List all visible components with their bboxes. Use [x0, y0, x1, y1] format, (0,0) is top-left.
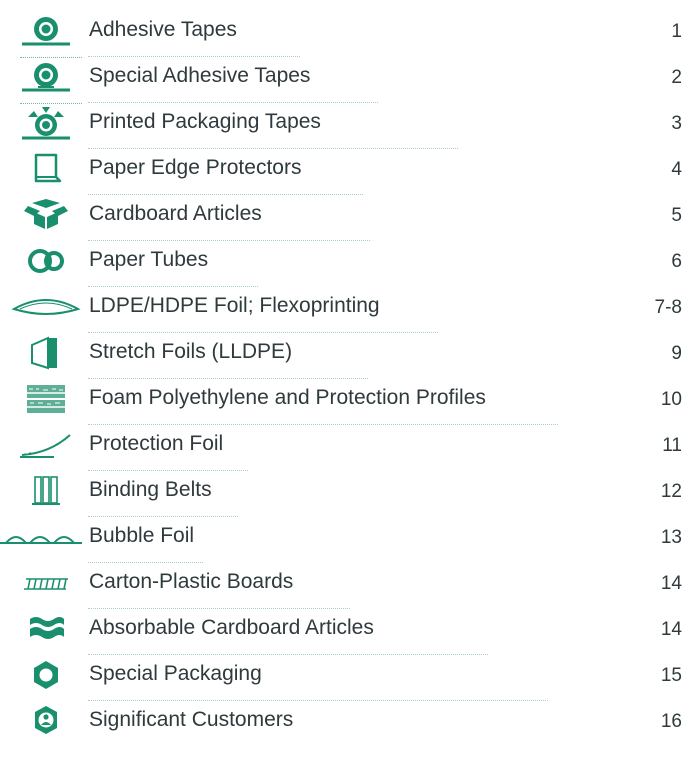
printed-tape-roll-icon [10, 105, 82, 141]
toc-page-number: 11 [662, 435, 682, 456]
toc-row-carton-plastic-boards[interactable]: Carton-Plastic Boards 14 [0, 562, 690, 609]
toc-page-number: 16 [660, 711, 682, 732]
foam-profile-icon [10, 381, 82, 417]
toc-item-label: Paper Tubes [89, 248, 209, 271]
cardboard-box-icon [10, 197, 82, 233]
toc-row-binding-belts[interactable]: Binding Belts 12 [0, 470, 690, 517]
toc-page-number: 14 [660, 619, 682, 640]
toc-page-number: 7-8 [654, 297, 682, 318]
toc-item-label: Significant Customers [89, 708, 294, 731]
toc-page-number: 12 [660, 481, 682, 502]
special-tape-roll-icon [10, 59, 82, 95]
toc-item-label: Special Adhesive Tapes [89, 64, 311, 87]
edge-protector-icon [10, 151, 82, 187]
toc-item-label: Protection Foil [89, 432, 224, 455]
foil-lens-icon [10, 289, 82, 325]
toc-page-number: 1 [671, 21, 682, 42]
toc-item-label: Binding Belts [89, 478, 212, 501]
toc-row-stretch-foils[interactable]: Stretch Foils (LLDPE) 9 [0, 332, 690, 379]
toc-item-label: Absorbable Cardboard Articles [89, 616, 374, 639]
toc-row-bubble-foil[interactable]: Bubble Foil 13 [0, 516, 690, 563]
toc-item-label: Cardboard Articles [89, 202, 262, 225]
toc-row-printed-packaging-tapes[interactable]: Printed Packaging Tapes 3 [0, 102, 690, 149]
toc-page-number: 5 [671, 205, 682, 226]
toc-row-paper-edge-protectors[interactable]: Paper Edge Protectors 4 [0, 148, 690, 195]
special-packaging-icon [10, 657, 82, 693]
absorbable-cardboard-icon [10, 611, 82, 647]
toc-item-label: Special Packaging [89, 662, 262, 685]
protection-foil-icon [10, 427, 82, 463]
toc-item-label: Paper Edge Protectors [89, 156, 302, 179]
toc-page-number: 15 [660, 665, 682, 686]
customers-badge-icon [10, 703, 82, 739]
stretch-foil-roll-icon [10, 335, 82, 371]
toc-page-number: 13 [660, 527, 682, 548]
toc-row-adhesive-tapes[interactable]: Adhesive Tapes 1 [0, 10, 690, 58]
toc-page-number: 6 [671, 251, 682, 272]
toc-page-number: 14 [660, 573, 682, 594]
binding-belts-icon [10, 473, 82, 509]
toc-row-foam-polyethylene[interactable]: Foam Polyethylene and Protection Profile… [0, 378, 690, 425]
toc-row-protection-foil[interactable]: Protection Foil 11 [0, 424, 690, 471]
paper-tubes-icon [10, 243, 82, 279]
bubble-foil-icon [0, 519, 82, 555]
toc-row-special-adhesive-tapes[interactable]: Special Adhesive Tapes 2 [0, 56, 690, 104]
toc-row-special-packaging[interactable]: Special Packaging 15 [0, 654, 690, 701]
toc-row-absorbable-cardboard[interactable]: Absorbable Cardboard Articles 14 [0, 608, 690, 655]
toc-row-paper-tubes[interactable]: Paper Tubes 6 [0, 240, 690, 287]
tape-roll-icon [10, 13, 82, 49]
toc-row-cardboard-articles[interactable]: Cardboard Articles 5 [0, 194, 690, 241]
toc-item-label: Foam Polyethylene and Protection Profile… [89, 386, 486, 409]
carton-plastic-board-icon [10, 565, 82, 601]
toc-item-label: LDPE/HDPE Foil; Flexoprinting [89, 294, 380, 317]
toc-item-label: Stretch Foils (LLDPE) [89, 340, 293, 363]
toc-page-number: 10 [660, 389, 682, 410]
toc-row-significant-customers[interactable]: Significant Customers 16 [0, 700, 690, 744]
toc-item-label: Adhesive Tapes [89, 18, 237, 41]
toc-item-label: Printed Packaging Tapes [89, 110, 321, 133]
toc-page-number: 3 [671, 113, 682, 134]
toc-page-number: 4 [671, 159, 682, 180]
table-of-contents: Adhesive Tapes 1 Special Adhesive Tapes … [0, 0, 690, 767]
toc-row-ldpe-hdpe-foil[interactable]: LDPE/HDPE Foil; Flexoprinting 7-8 [0, 286, 690, 333]
toc-item-label: Carton-Plastic Boards [89, 570, 294, 593]
toc-item-label: Bubble Foil [89, 524, 195, 547]
toc-page-number: 2 [671, 67, 682, 88]
toc-page-number: 9 [671, 343, 682, 364]
